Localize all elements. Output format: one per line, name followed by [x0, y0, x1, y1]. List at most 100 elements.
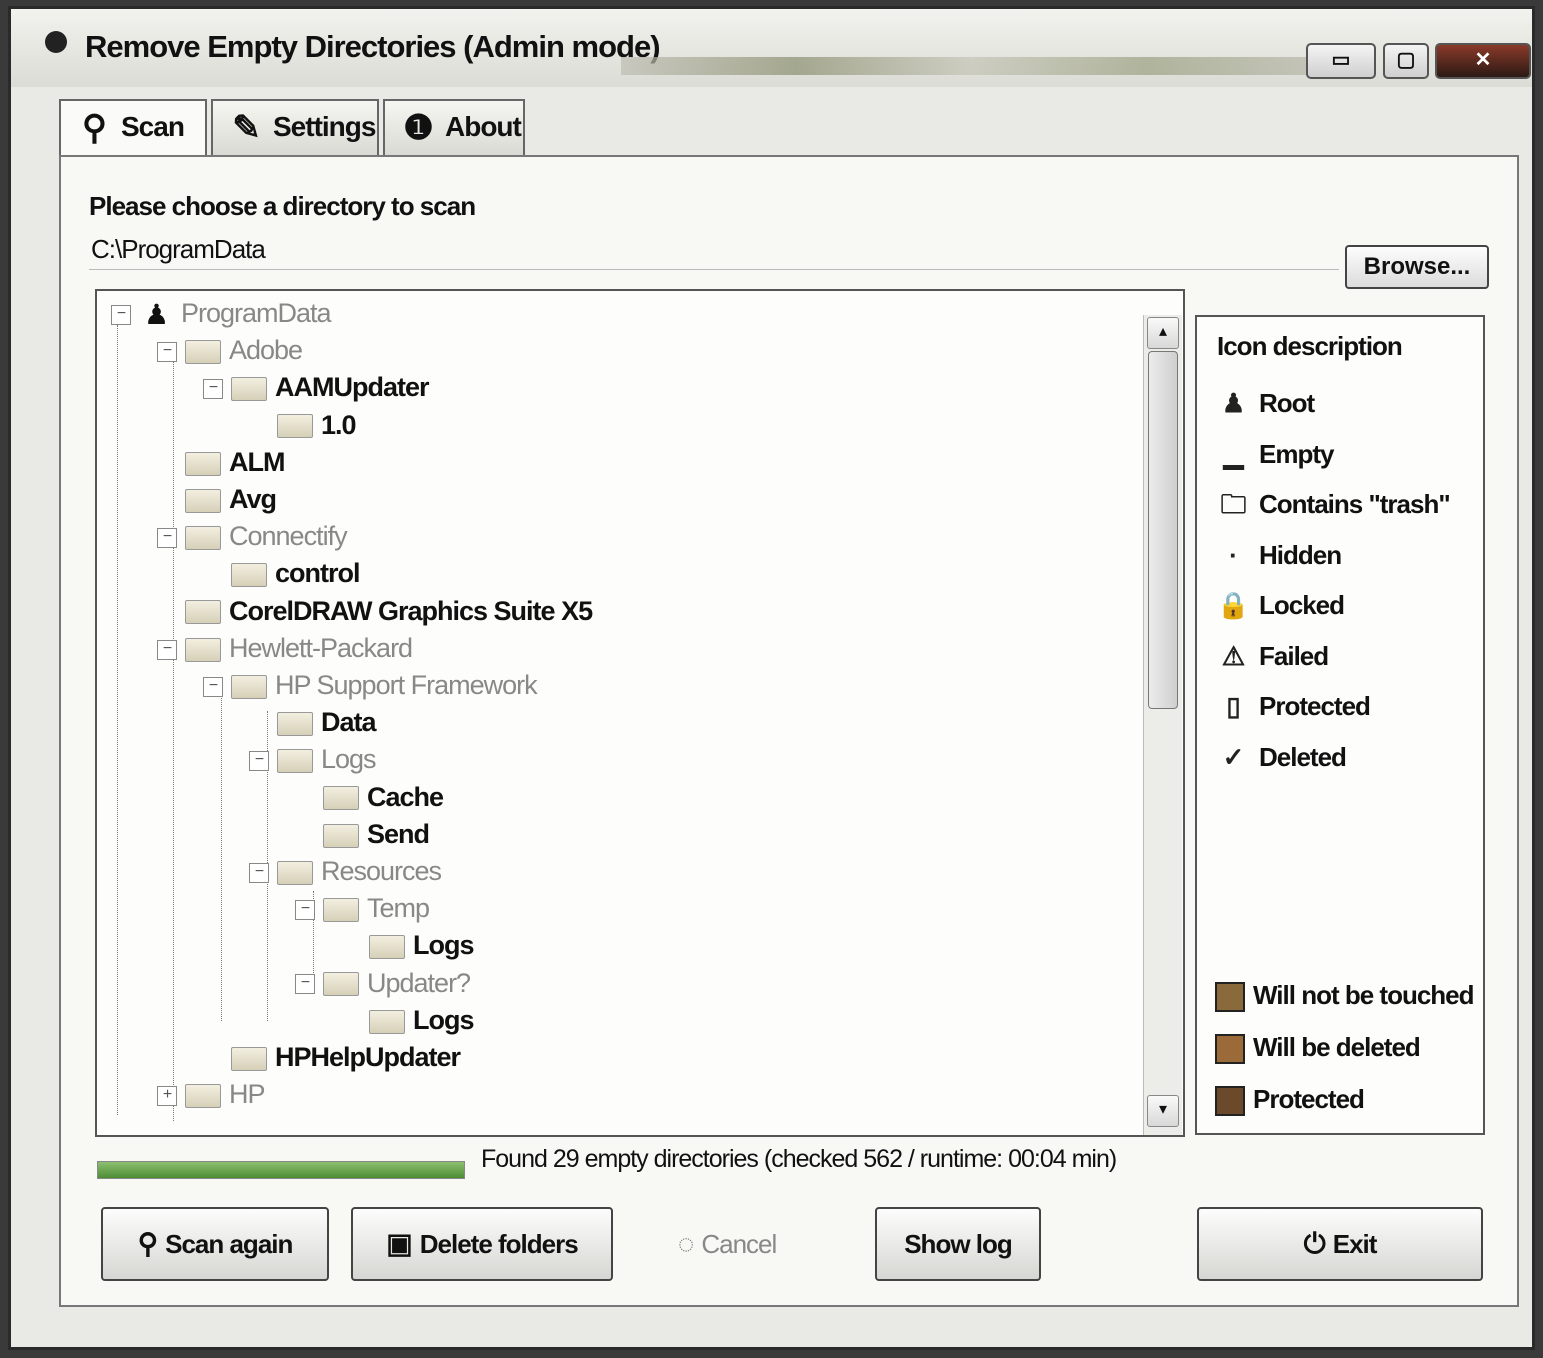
tree-node[interactable]: − HP Support Framework — [203, 667, 538, 703]
scroll-thumb[interactable] — [1148, 351, 1178, 709]
tree-node[interactable]: + HP — [157, 1076, 266, 1112]
show-log-button[interactable]: Show log — [875, 1207, 1041, 1281]
scan-progress-fill — [98, 1162, 464, 1178]
expander-icon[interactable]: + — [157, 1086, 177, 1107]
exit-button[interactable]: ⏻ Exit — [1197, 1207, 1483, 1281]
expander-icon[interactable]: − — [249, 862, 269, 883]
tree-node[interactable]: − Logs — [249, 741, 377, 777]
legend-color-item: Will not be touched — [1215, 975, 1475, 1015]
tree-node-label: Adobe — [229, 335, 303, 366]
tree-node-label: HP — [229, 1079, 266, 1110]
tree-scrollbar[interactable]: ▴ ▾ — [1143, 315, 1182, 1135]
expander-icon[interactable]: − — [249, 751, 269, 772]
folder-icon — [185, 600, 221, 625]
browse-button[interactable]: Browse... — [1345, 245, 1489, 289]
tree-node[interactable]: Data — [249, 704, 377, 740]
tab-scan[interactable]: ⚲ Scan — [59, 99, 207, 159]
folder-icon — [323, 823, 359, 848]
warning-icon: ⚠ — [1221, 640, 1245, 671]
tab-settings[interactable]: ✎ Settings — [211, 99, 379, 155]
tree-node[interactable]: Logs — [341, 927, 474, 963]
tree-node[interactable]: − Adobe — [157, 332, 303, 368]
tab-about-label: About — [445, 111, 522, 142]
folder-icon — [185, 451, 221, 476]
scan-again-label: Scan again — [165, 1229, 293, 1259]
tree-line — [221, 681, 223, 1021]
minimize-button[interactable]: ▭ — [1306, 43, 1376, 79]
scan-again-button[interactable]: ⚲ Scan again — [101, 1207, 329, 1281]
tab-about[interactable]: ❶ About — [383, 99, 525, 155]
choose-directory-label: Please choose a directory to scan — [89, 191, 476, 221]
legend-item: 🗀 Contains "trash" — [1215, 484, 1450, 524]
scroll-up-button[interactable]: ▴ — [1147, 317, 1179, 349]
cancel-button[interactable]: ◌ Cancel — [639, 1207, 815, 1281]
folder-icon — [277, 860, 313, 885]
tree-node[interactable]: − AAMUpdater — [203, 369, 430, 405]
folder-icon — [231, 1046, 267, 1071]
tree-node[interactable]: Send — [295, 816, 430, 852]
tree-node[interactable]: − Connectify — [157, 518, 348, 554]
tab-settings-label: Settings — [273, 111, 376, 142]
tree-node[interactable]: Cache — [295, 779, 444, 815]
legend-item-label: Failed — [1259, 640, 1329, 671]
tree-node[interactable]: − ♟ ProgramData — [111, 295, 332, 331]
delete-folders-button[interactable]: ▣ Delete folders — [351, 1207, 613, 1281]
expander-icon[interactable]: − — [157, 528, 177, 549]
tree-node[interactable]: control — [203, 555, 360, 591]
delete-folders-label: Delete folders — [419, 1229, 579, 1259]
folder-icon — [231, 377, 267, 402]
tree-node-label: ProgramData — [181, 298, 332, 328]
color-swatch — [1215, 982, 1245, 1013]
legend-item: 🔒 Locked — [1215, 585, 1345, 625]
tree-node-label: Hewlett-Packard — [229, 632, 413, 663]
expander-icon[interactable]: − — [111, 304, 131, 325]
tree-node[interactable]: − Hewlett-Packard — [157, 630, 413, 666]
legend-item-label: Deleted — [1259, 741, 1347, 772]
tree-node-label: Send — [367, 818, 430, 849]
tree-node-label: Temp — [367, 893, 430, 924]
tree-node[interactable]: ALM — [157, 444, 285, 480]
folder-icon — [185, 526, 221, 551]
color-swatch — [1215, 1086, 1245, 1117]
settings-icon: ✎ — [232, 109, 261, 147]
tree-node-label: Data — [321, 707, 377, 738]
expander-icon[interactable]: − — [295, 900, 315, 921]
tree-node[interactable]: CorelDRAW Graphics Suite X5 — [157, 593, 593, 629]
tree-node[interactable]: − Resources — [249, 853, 442, 889]
color-swatch — [1215, 1034, 1245, 1065]
icon-legend: Icon description ♟ Root ▁ Empty 🗀 Contains "t… — [1195, 315, 1485, 1135]
expander-icon[interactable]: − — [203, 676, 223, 697]
tree-node-label: ALM — [229, 446, 285, 477]
tree-node[interactable]: 1.0 — [249, 407, 357, 443]
expander-icon[interactable]: − — [203, 379, 223, 400]
tree-node[interactable]: − Updater? — [295, 965, 471, 1001]
legend-item: ▯ Protected — [1215, 686, 1371, 726]
close-button[interactable]: ✕ — [1435, 43, 1531, 79]
tree-node[interactable]: Logs — [341, 1002, 474, 1038]
folder-icon — [231, 674, 267, 699]
maximize-button[interactable]: ▢ — [1383, 43, 1429, 79]
folder-icon — [277, 414, 313, 439]
legend-item: ▁ Empty — [1215, 434, 1335, 474]
tree-node[interactable]: − Temp — [295, 890, 430, 926]
directory-input[interactable] — [91, 227, 1331, 271]
expander-icon[interactable]: − — [157, 639, 177, 660]
scroll-down-button[interactable]: ▾ — [1147, 1095, 1179, 1127]
folder-icon — [369, 935, 405, 960]
expander-icon[interactable]: − — [157, 342, 177, 363]
folder-icon — [277, 712, 313, 737]
folder-icon — [185, 637, 221, 662]
expander-icon[interactable]: − — [295, 974, 315, 995]
tree-node-label: CorelDRAW Graphics Suite X5 — [229, 595, 593, 626]
tree-node[interactable]: Avg — [157, 481, 277, 517]
trash-folder-icon: 🗀 — [1220, 489, 1246, 519]
tree-node[interactable]: HPHelpUpdater — [203, 1039, 461, 1075]
directory-tree[interactable]: ▴ ▾ − ♟ ProgramData − Adobe − AAMUpdater 1.0 ALM… — [95, 289, 1185, 1137]
tree-node-label: control — [275, 558, 360, 589]
tree-node-label: Updater? — [367, 967, 471, 998]
